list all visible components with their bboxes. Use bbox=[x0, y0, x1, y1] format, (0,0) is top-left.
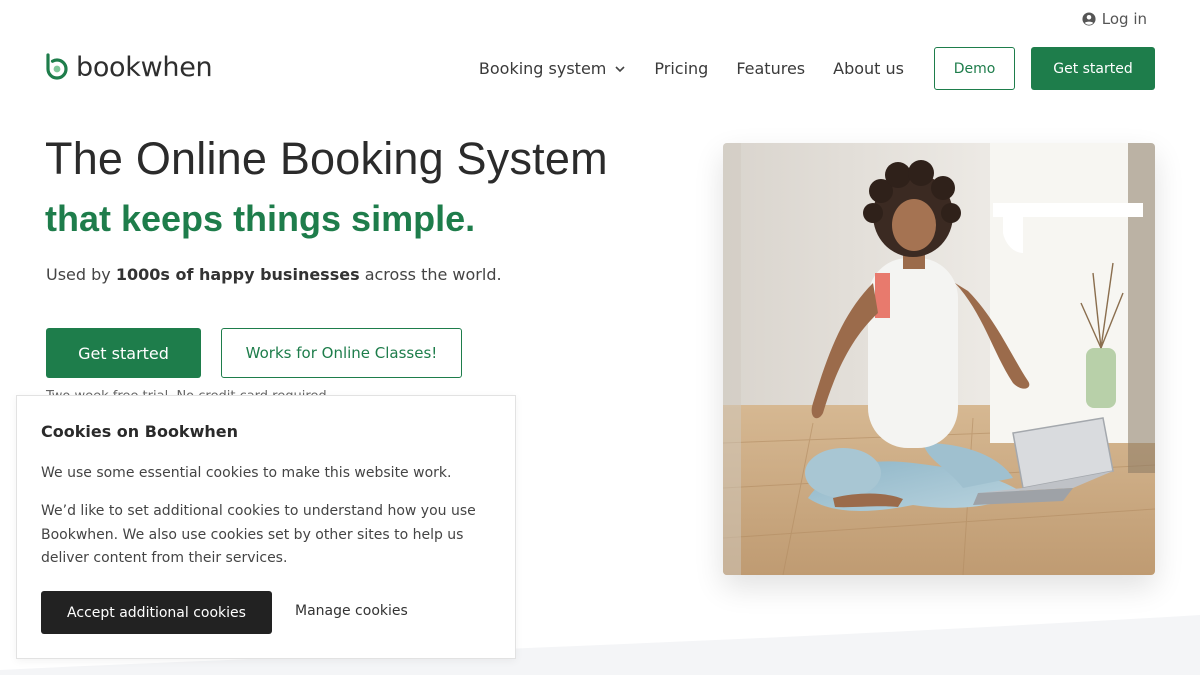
hero-desc-highlight: 1000s of happy businesses bbox=[115, 265, 360, 284]
chevron-down-icon bbox=[615, 65, 625, 72]
manage-cookies-link[interactable]: Manage cookies bbox=[295, 603, 408, 619]
demo-button[interactable]: Demo bbox=[934, 47, 1015, 90]
nav-pricing-label: Pricing bbox=[654, 59, 709, 78]
nav-booking-system-label: Booking system bbox=[478, 59, 607, 78]
nav-about-us[interactable]: About us bbox=[833, 59, 904, 78]
bookwhen-logo-icon bbox=[46, 53, 68, 80]
hero-desc-prefix: Used by bbox=[46, 265, 116, 284]
main-nav: Booking system Pricing Features About us… bbox=[479, 47, 1155, 90]
nav-about-us-label: About us bbox=[833, 59, 904, 78]
get-started-button[interactable]: Get started bbox=[46, 328, 201, 378]
cookie-essential-text: We use some essential cookies to make th… bbox=[41, 465, 452, 481]
cookie-title: Cookies on Bookwhen bbox=[41, 422, 238, 441]
nav-features[interactable]: Features bbox=[736, 59, 805, 78]
login-link[interactable]: Log in bbox=[1082, 10, 1147, 28]
hero-subtitle: that keeps things simple. bbox=[45, 198, 476, 239]
cookie-additional-text: We’d like to set additional cookies to u… bbox=[41, 503, 476, 567]
hero-title: The Online Booking System bbox=[45, 133, 608, 184]
bookwhen-logo[interactable]: bookwhen bbox=[44, 51, 213, 83]
nav-booking-system[interactable]: Booking system bbox=[479, 59, 627, 78]
user-circle-icon bbox=[1082, 12, 1096, 26]
hero-desc-suffix: across the world. bbox=[359, 265, 502, 284]
accept-cookies-button[interactable]: Accept additional cookies bbox=[41, 591, 272, 634]
hero-description: Used by 1000s of happy businesses across… bbox=[46, 265, 502, 284]
hero-image-yoga bbox=[723, 143, 1155, 575]
login-label: Log in bbox=[1101, 10, 1147, 28]
get-started-nav-button[interactable]: Get started bbox=[1031, 47, 1155, 90]
logo-wordmark: bookwhen bbox=[76, 51, 213, 83]
nav-pricing[interactable]: Pricing bbox=[654, 59, 708, 78]
online-classes-button[interactable]: Works for Online Classes! bbox=[221, 328, 462, 378]
cookie-banner: Cookies on Bookwhen We use some essentia… bbox=[16, 395, 516, 659]
nav-features-label: Features bbox=[736, 59, 806, 78]
